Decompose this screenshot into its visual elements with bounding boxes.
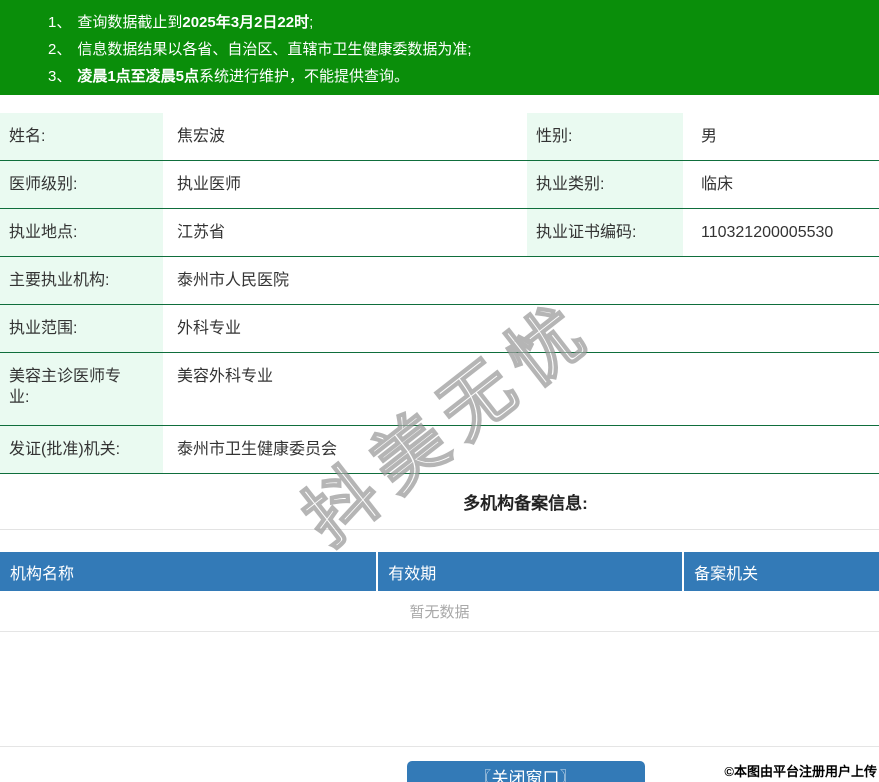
table-row: 主要执业机构: 泰州市人民医院 [0,256,879,305]
notice-number: 1、 [48,14,72,31]
column-header-validity-period: 有效期 [376,552,682,591]
doctor-info-table: 姓名: 焦宏波 性别: 男 医师级别: 执业医师 执业类别: 临床 执业地点: … [0,113,879,474]
field-label-issuing-authority: 发证(批准)机关: [0,425,163,474]
notice-number: 2、 [48,41,72,58]
field-label-practice-scope: 执业范围: [0,304,163,353]
column-header-record-authority: 备案机关 [682,552,879,591]
notice-line-1: 1、 查询数据截止到2025年3月2日22时; [48,9,869,36]
notice-text: 查询数据截止到 [77,14,183,31]
table-row: 执业地点: 江苏省 执业证书编码: 110321200005530 [0,208,879,257]
table-row: 发证(批准)机关: 泰州市卫生健康委员会 [0,425,879,474]
field-value-main-institution: 泰州市人民医院 [177,272,290,289]
notice-text: 系统进行维护，不能提供查询。 [199,68,410,85]
field-label-certificate-number: 执业证书编码: [527,208,683,257]
table-row: 执业范围: 外科专业 [0,304,879,353]
notice-text: 信息数据结果以各省、自治区、直辖市卫生健康委数据为准; [77,41,472,58]
field-label-cosmetic-specialty: 美容主诊医师专业: [0,352,163,426]
field-value-issuing-authority: 泰州市卫生健康委员会 [177,441,338,458]
field-label-practice-category: 执业类别: [527,160,683,209]
field-value-name: 焦宏波 [177,128,226,145]
field-value-gender: 男 [701,128,718,145]
field-label-main-institution: 主要执业机构: [0,256,163,305]
field-value-cosmetic-specialty: 美容外科专业 [177,368,274,385]
notice-line-3: 3、 凌晨1点至凌晨5点系统进行维护，不能提供查询。 [48,63,869,90]
section-title-multi-institution: 多机构备案信息: [463,494,588,513]
upload-credit-text: ©本图由平台注册用户上传 [724,764,877,779]
notice-bold-text: 2025年3月2日22时 [182,14,310,31]
divider [0,529,879,530]
field-value-practice-scope: 外科专业 [177,320,242,337]
field-label-doctor-level: 医师级别: [0,160,163,209]
field-value-practice-location: 江苏省 [177,224,226,241]
empty-state-text: 暂无数据 [409,604,470,621]
table-row: 姓名: 焦宏波 性别: 男 [0,113,879,161]
empty-state-row: 暂无数据 [0,591,879,632]
table-row: 医师级别: 执业医师 执业类别: 临床 [0,160,879,209]
notice-bold-text: 凌晨1点至凌晨5点 [77,68,200,85]
field-label-practice-location: 执业地点: [0,208,163,257]
notice-banner: 1、 查询数据截止到2025年3月2日22时; 2、 信息数据结果以各省、自治区、直… [0,0,879,95]
field-value-practice-category: 临床 [701,176,734,193]
field-value-certificate-number: 110321200005530 [701,224,834,241]
field-label-name: 姓名: [0,113,163,161]
records-table-header: 机构名称 有效期 备案机关 [0,552,879,591]
field-label-gender: 性别: [527,113,683,161]
column-header-institution-name: 机构名称 [10,565,75,583]
notice-number: 3、 [48,68,72,85]
notice-line-2: 2、 信息数据结果以各省、自治区、直辖市卫生健康委数据为准; [48,36,869,63]
notice-text: ; [309,14,314,31]
table-row: 美容主诊医师专业: 美容外科专业 [0,352,879,426]
records-table: 机构名称 有效期 备案机关 暂无数据 [0,552,879,632]
close-window-button[interactable]: 〖关闭窗口〗 [406,761,645,782]
field-value-doctor-level: 执业医师 [177,176,242,193]
